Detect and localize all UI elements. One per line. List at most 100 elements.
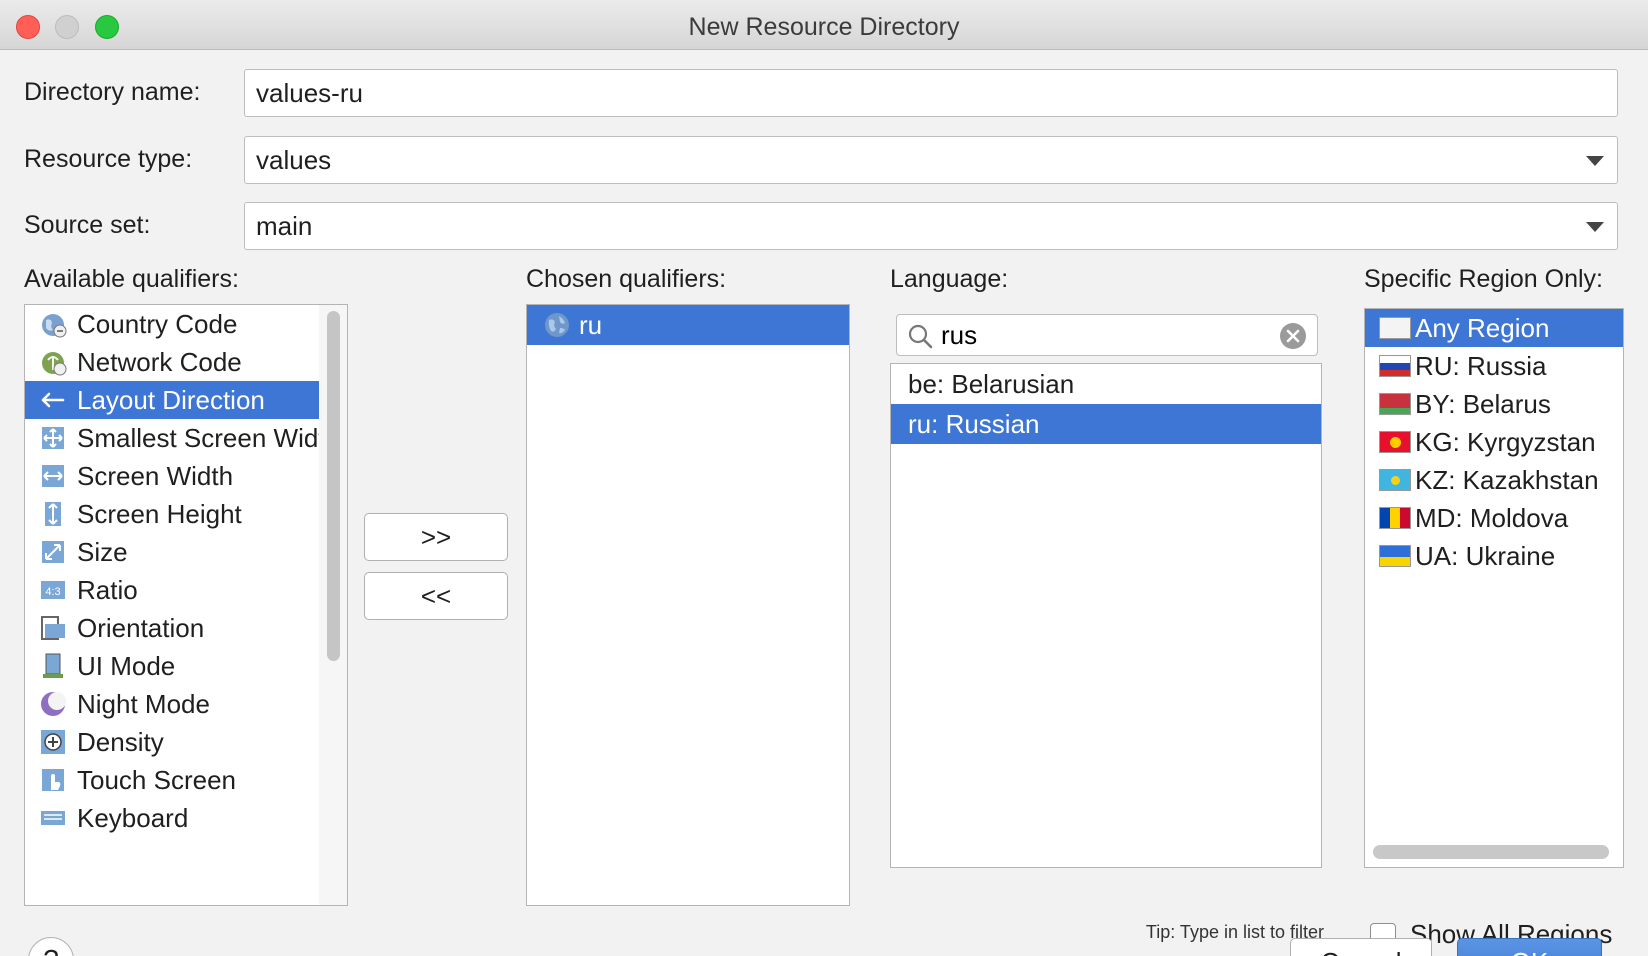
- horizontal-scrollbar[interactable]: [1373, 845, 1609, 859]
- clear-search-icon[interactable]: [1279, 322, 1307, 350]
- resource-type-combobox[interactable]: values: [244, 136, 1618, 184]
- region-item-label: RU: Russia: [1415, 351, 1547, 381]
- region-item-ua[interactable]: UA: Ukraine: [1365, 537, 1623, 575]
- qualifier-item-screen-height[interactable]: Screen Height: [25, 495, 321, 533]
- qualifier-item-label: Density: [77, 727, 164, 757]
- qualifier-item-label: Layout Direction: [77, 385, 265, 415]
- qualifier-item-keyboard[interactable]: Keyboard: [25, 799, 321, 837]
- new-resource-directory-dialog: Directory name: values-ru Resource type:…: [0, 50, 1648, 956]
- language-list[interactable]: be: Belarusian ru: Russian: [890, 363, 1322, 868]
- screen-height-icon: [45, 502, 61, 526]
- qualifier-item-label: Country Code: [77, 309, 238, 339]
- country-code-icon: [42, 314, 67, 338]
- available-qualifiers-list[interactable]: Country Code Network Code Layout Direction…: [24, 304, 348, 906]
- language-label: Language:: [890, 265, 1009, 293]
- remove-qualifier-button[interactable]: <<: [364, 572, 508, 620]
- add-qualifier-button[interactable]: >>: [364, 513, 508, 561]
- chosen-qualifiers-list[interactable]: ru: [526, 304, 850, 906]
- region-item-ru[interactable]: RU: Russia: [1365, 347, 1623, 385]
- qualifier-item-label: Touch Screen: [77, 765, 236, 795]
- qualifier-item-label: Night Mode: [77, 689, 210, 719]
- qualifier-item-density[interactable]: Density: [25, 723, 321, 761]
- scrollbar-track[interactable]: [319, 305, 347, 905]
- qualifier-item-label: Screen Width: [77, 461, 234, 491]
- svg-text:4:3: 4:3: [45, 586, 60, 598]
- screen-width-icon: [42, 465, 64, 487]
- any-flag-icon: [1379, 317, 1411, 339]
- qualifier-item-night-mode[interactable]: Night Mode: [25, 685, 321, 723]
- qualifier-item-label: Size: [77, 537, 128, 567]
- qualifier-item-label: Network Code: [77, 347, 242, 377]
- qualifier-item-orientation[interactable]: Orientation: [25, 609, 321, 647]
- qualifier-item-ratio[interactable]: 4:3 Ratio: [25, 571, 321, 609]
- region-item-by[interactable]: BY: Belarus: [1365, 385, 1623, 423]
- region-item-label: Any Region: [1415, 313, 1550, 343]
- keyboard-icon: [41, 811, 65, 825]
- qualifier-item-label: Ratio: [77, 575, 138, 605]
- chosen-qualifier-item[interactable]: ru: [527, 305, 849, 345]
- language-search-box[interactable]: [896, 314, 1318, 356]
- chosen-qualifiers-label: Chosen qualifiers:: [526, 265, 727, 293]
- specific-region-label: Specific Region Only:: [1364, 265, 1604, 293]
- qualifier-item-label: UI Mode: [77, 651, 176, 681]
- by-flag-icon: [1379, 393, 1411, 415]
- scrollbar-thumb[interactable]: [327, 311, 340, 661]
- language-item-label: ru: Russian: [908, 409, 1040, 439]
- language-item-label: be: Belarusian: [908, 369, 1075, 399]
- region-item-any[interactable]: Any Region: [1365, 309, 1623, 347]
- size-icon: [42, 541, 64, 563]
- region-item-kz[interactable]: KZ: Kazakhstan: [1365, 461, 1623, 499]
- qualifier-item-layout-direction[interactable]: Layout Direction: [25, 381, 321, 419]
- region-item-label: KZ: Kazakhstan: [1415, 465, 1599, 495]
- qualifier-item-size[interactable]: Size: [25, 533, 321, 571]
- ok-button[interactable]: OK: [1457, 938, 1602, 956]
- search-icon: [908, 324, 933, 349]
- night-mode-icon: [41, 692, 66, 716]
- chevron-down-icon: [1586, 222, 1604, 232]
- window-title: New Resource Directory: [688, 13, 960, 41]
- resource-type-value: values: [256, 145, 332, 175]
- globe-icon: [545, 313, 569, 337]
- qualifier-item-country-code[interactable]: Country Code: [25, 305, 321, 343]
- qualifier-item-label: Screen Height: [77, 499, 242, 529]
- resource-type-label: Resource type:: [24, 145, 193, 173]
- help-button[interactable]: ?: [28, 937, 74, 956]
- layout-direction-icon: [41, 392, 65, 408]
- language-item-be[interactable]: be: Belarusian: [891, 364, 1321, 404]
- region-item-kg[interactable]: KG: Kyrgyzstan: [1365, 423, 1623, 461]
- ui-mode-icon: [43, 653, 63, 678]
- region-item-label: KG: Kyrgyzstan: [1415, 427, 1596, 457]
- density-icon: [41, 730, 65, 754]
- ru-flag-icon: [1379, 355, 1411, 377]
- title-bar: New Resource Directory: [0, 0, 1648, 50]
- directory-name-field[interactable]: values-ru: [244, 69, 1618, 117]
- region-item-label: MD: Moldova: [1415, 503, 1569, 533]
- qualifier-item-touch-screen[interactable]: Touch Screen: [25, 761, 321, 799]
- ua-flag-icon: [1379, 545, 1411, 567]
- qualifier-item-network-code[interactable]: Network Code: [25, 343, 321, 381]
- kg-flag-icon: [1379, 431, 1411, 453]
- md-flag-icon: [1379, 507, 1411, 529]
- language-item-ru[interactable]: ru: Russian: [891, 404, 1321, 444]
- kz-flag-icon: [1379, 469, 1411, 491]
- smallest-screen-width-icon: [42, 427, 64, 449]
- cancel-button[interactable]: Cancel: [1290, 938, 1432, 956]
- chosen-qualifier-label: ru: [579, 310, 603, 340]
- region-item-label: BY: Belarus: [1415, 389, 1551, 419]
- orientation-icon: [41, 616, 65, 640]
- touch-screen-icon: [42, 769, 64, 791]
- ratio-icon: 4:3: [41, 581, 65, 599]
- source-set-combobox[interactable]: main: [244, 202, 1618, 250]
- qualifier-item-label: Orientation: [77, 613, 205, 643]
- source-set-label: Source set:: [24, 211, 151, 239]
- region-item-label: UA: Ukraine: [1415, 541, 1556, 571]
- network-code-icon: [42, 352, 67, 376]
- language-search-input[interactable]: [941, 319, 1261, 351]
- qualifier-item-screen-width[interactable]: Screen Width: [25, 457, 321, 495]
- source-set-value: main: [256, 211, 313, 241]
- available-qualifiers-label: Available qualifiers:: [24, 265, 239, 293]
- region-item-md[interactable]: MD: Moldova: [1365, 499, 1623, 537]
- qualifier-item-smallest-screen-width[interactable]: Smallest Screen Width: [25, 419, 340, 457]
- region-list[interactable]: Any Region RU: Russia BY: Belarus KG: Kyrgy…: [1364, 308, 1624, 868]
- qualifier-item-ui-mode[interactable]: UI Mode: [25, 647, 321, 685]
